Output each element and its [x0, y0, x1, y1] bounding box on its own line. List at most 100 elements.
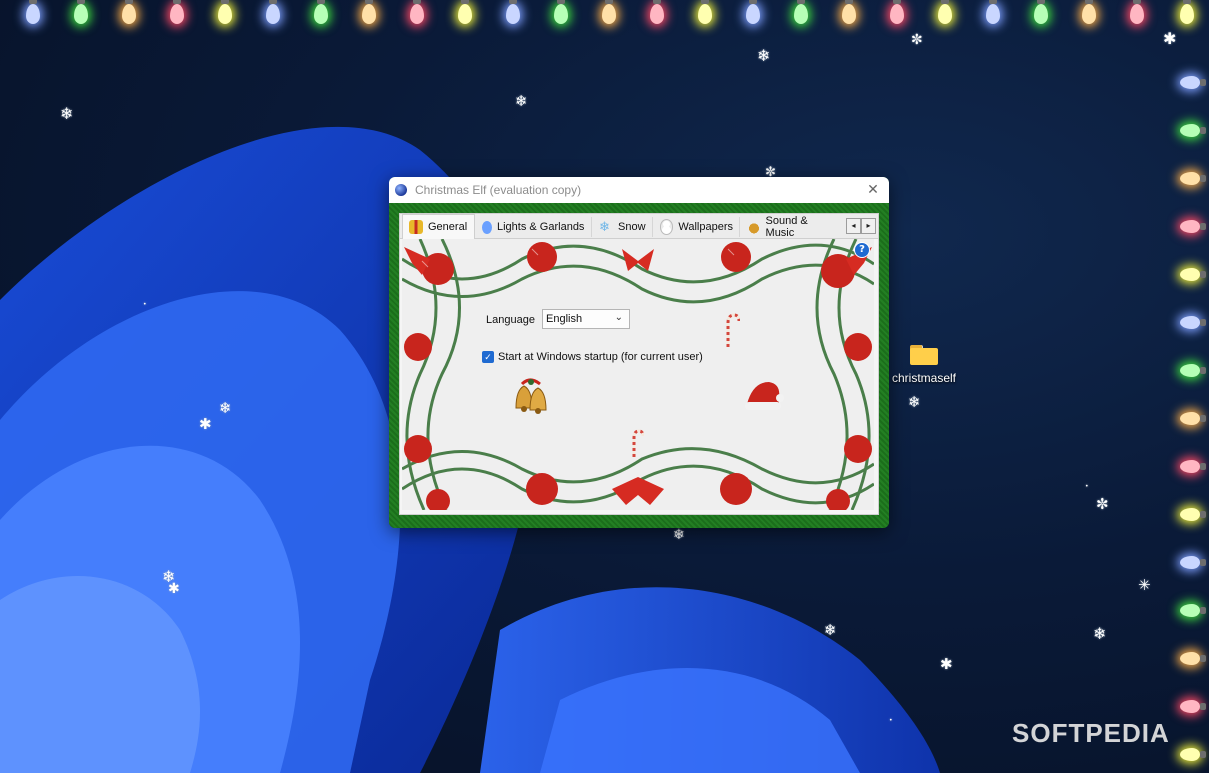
snowflake-icon: ✱ — [199, 415, 212, 433]
snowflake-icon: ❄ — [908, 393, 921, 411]
light-bulb-icon — [698, 0, 712, 24]
light-bulb-icon — [554, 0, 568, 24]
tab-label: General — [428, 221, 468, 233]
tab-label: Sound & Music — [765, 215, 808, 239]
language-label: Language — [486, 314, 535, 326]
bells-decoration-icon — [515, 378, 547, 414]
light-bulb-icon — [1180, 556, 1206, 569]
light-bulb-icon — [1180, 508, 1206, 521]
tab-snow[interactable]: ❄ Snow — [593, 217, 653, 237]
light-bulb-icon — [122, 0, 136, 24]
light-bulb-icon — [1180, 748, 1206, 761]
snowflake-icon: ✳ — [1138, 576, 1151, 594]
title-bar[interactable]: Christmas Elf (evaluation copy) ✕ — [389, 177, 889, 203]
bulb-icon — [482, 220, 492, 234]
close-button[interactable]: ✕ — [863, 180, 883, 200]
candy-cane-icon — [632, 429, 644, 457]
bells-icon — [747, 220, 761, 234]
snowflake-icon: ❄ — [60, 104, 74, 123]
snowflake-icon: ❄ — [673, 527, 685, 543]
snowflake-icon: ❄ — [599, 219, 610, 234]
light-bulb-icon — [602, 0, 616, 24]
light-bulb-icon — [1180, 316, 1206, 329]
settings-panel: General Lights & Garlands ❄ Snow Wallpap… — [399, 213, 879, 515]
light-bulb-icon — [410, 0, 424, 24]
desktop-folder-christmaself[interactable]: christmaself — [890, 345, 958, 385]
chevron-down-icon: ⌄ — [614, 312, 623, 323]
window-title: Christmas Elf (evaluation copy) — [415, 183, 582, 197]
light-bulb-icon — [794, 0, 808, 24]
snowflake-icon: ✱ — [168, 581, 180, 597]
pine-garland-border — [402, 239, 874, 510]
tab-scroll-right-button[interactable]: ▸ — [861, 218, 876, 234]
light-bulb-icon — [986, 0, 1000, 24]
light-bulb-icon — [650, 0, 664, 24]
green-frame: General Lights & Garlands ❄ Snow Wallpap… — [389, 203, 889, 528]
startup-label: Start at Windows startup (for current us… — [498, 351, 703, 363]
snowflake-icon: ❄ — [1093, 624, 1107, 643]
light-bulb-icon — [506, 0, 520, 24]
tab-sound-music[interactable]: Sound & Music — [741, 215, 843, 239]
general-tab-content: ? Language English ⌄ ✓ Start at Windows … — [402, 239, 874, 510]
light-bulb-icon — [1180, 0, 1194, 24]
globe-app-icon — [395, 184, 407, 196]
snowflake-icon: • — [143, 301, 147, 308]
snowflake-icon: ✱ — [940, 655, 953, 673]
gift-icon — [409, 220, 423, 234]
snowflake-icon: ❄ — [515, 92, 528, 110]
softpedia-watermark: SOFTPEDIA — [1012, 718, 1170, 748]
language-select[interactable]: English ⌄ — [542, 309, 630, 329]
snowflake-icon: ❄ — [757, 46, 771, 65]
tab-label: Wallpapers — [678, 221, 733, 233]
light-bulb-icon — [1180, 460, 1206, 473]
light-bulb-icon — [746, 0, 760, 24]
light-bulb-icon — [314, 0, 328, 24]
tab-scroll-left-button[interactable]: ◂ — [846, 218, 861, 234]
tab-wallpapers[interactable]: Wallpapers — [654, 217, 740, 237]
light-bulb-icon — [1082, 0, 1096, 24]
folder-icon — [910, 345, 938, 365]
snowflake-icon: ✼ — [1096, 495, 1109, 513]
tab-strip: General Lights & Garlands ❄ Snow Wallpap… — [400, 214, 878, 239]
light-bulb-icon — [170, 0, 184, 24]
language-value: English — [546, 313, 583, 325]
light-bulb-icon — [1180, 268, 1206, 281]
snowflake-icon: • — [889, 717, 893, 724]
santa-hat-icon — [745, 382, 784, 410]
light-bulb-icon — [1180, 220, 1206, 233]
startup-option[interactable]: ✓ Start at Windows startup (for current … — [482, 351, 703, 363]
light-bulb-icon — [1180, 124, 1206, 137]
light-bulb-icon — [890, 0, 904, 24]
desktop-icon-label: christmaself — [891, 371, 956, 385]
light-bulb-icon — [74, 0, 88, 24]
tab-general[interactable]: General — [402, 214, 475, 239]
help-button[interactable]: ? — [854, 242, 870, 258]
light-bulb-icon — [1180, 604, 1206, 617]
startup-checkbox[interactable]: ✓ — [482, 351, 494, 363]
light-bulb-icon — [1180, 652, 1206, 665]
snowflake-icon: ✱ — [1163, 29, 1177, 48]
candy-cane-icon — [726, 313, 740, 347]
snowflake-icon: ✼ — [911, 32, 923, 48]
christmas-elf-window: Christmas Elf (evaluation copy) ✕ Genera… — [389, 177, 889, 528]
light-bulb-icon — [1034, 0, 1048, 24]
snowflake-icon: • — [1085, 483, 1089, 490]
light-bulb-icon — [458, 0, 472, 24]
snowman-icon — [660, 219, 674, 235]
snowflake-icon: ❄ — [824, 621, 837, 639]
tab-label: Snow — [618, 221, 646, 233]
light-bulb-icon — [938, 0, 952, 24]
tab-lights-garlands[interactable]: Lights & Garlands — [476, 217, 592, 237]
light-bulb-icon — [1130, 0, 1144, 24]
light-bulb-icon — [1180, 172, 1206, 185]
light-bulb-icon — [1180, 76, 1206, 89]
light-bulb-icon — [266, 0, 280, 24]
light-bulb-icon — [26, 0, 40, 24]
light-bulb-icon — [842, 0, 856, 24]
snowflake-icon: ❄ — [219, 399, 232, 417]
tab-label: Lights & Garlands — [497, 221, 585, 233]
light-bulb-icon — [362, 0, 376, 24]
light-bulb-icon — [1180, 364, 1206, 377]
tab-scroll: ◂ ▸ — [846, 218, 876, 234]
light-bulb-icon — [1180, 700, 1206, 713]
